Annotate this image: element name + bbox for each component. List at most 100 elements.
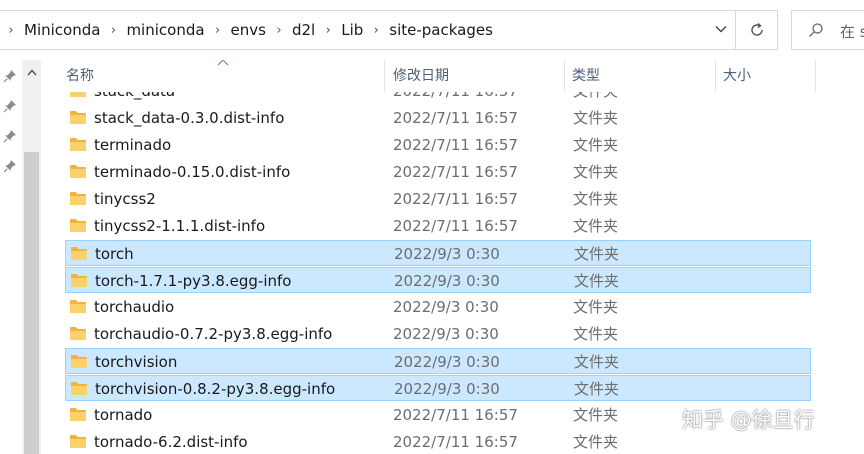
breadcrumb-item-envs[interactable]: envs bbox=[229, 21, 268, 39]
file-modified-date: 2022/7/11 16:57 bbox=[393, 109, 518, 127]
list-item[interactable]: torchaudio 2022/9/3 0:30 文件夹 bbox=[65, 294, 811, 320]
file-name: stack_data-0.3.0.dist-info bbox=[94, 109, 285, 127]
chevron-right-icon[interactable]: › bbox=[268, 23, 290, 38]
folder-icon bbox=[70, 273, 88, 292]
folder-icon bbox=[69, 407, 87, 426]
pin-icon[interactable] bbox=[3, 158, 17, 177]
sort-ascending-icon bbox=[217, 60, 229, 66]
file-type: 文件夹 bbox=[573, 136, 619, 154]
chevron-right-icon[interactable]: › bbox=[365, 23, 387, 38]
breadcrumb-item-d2l[interactable]: d2l bbox=[290, 21, 317, 39]
list-item[interactable]: stack_data-0.3.0.dist-info 2022/7/11 16:… bbox=[65, 105, 811, 131]
file-type: 文件夹 bbox=[573, 298, 619, 316]
file-type: 文件夹 bbox=[573, 109, 619, 127]
file-name: torch bbox=[95, 245, 134, 263]
file-modified-date: 2022/7/11 16:57 bbox=[393, 163, 518, 181]
file-name: tinycss2 bbox=[94, 190, 156, 208]
column-divider[interactable] bbox=[384, 60, 385, 92]
folder-icon bbox=[70, 381, 88, 400]
list-item[interactable]: torchaudio-0.7.2-py3.8.egg-info 2022/9/3… bbox=[65, 321, 811, 347]
list-item[interactable]: torchvision-0.8.2-py3.8.egg-info 2022/9/… bbox=[65, 375, 811, 401]
list-item[interactable]: torch-1.7.1-py3.8.egg-info 2022/9/3 0:30… bbox=[65, 267, 811, 293]
scrollbar-thumb[interactable] bbox=[24, 152, 39, 454]
file-name: tinycss2-1.1.1.dist-info bbox=[94, 217, 266, 235]
file-list: 名称 修改日期 类型 大小 stack_data 2022/7/11 16:57… bbox=[41, 60, 864, 454]
folder-icon bbox=[69, 326, 87, 345]
file-type: 文件夹 bbox=[573, 190, 619, 208]
pin-icon[interactable] bbox=[3, 128, 17, 147]
chevron-right-icon[interactable]: › bbox=[102, 23, 124, 38]
file-type: 文件夹 bbox=[574, 272, 620, 290]
folder-icon bbox=[69, 299, 87, 318]
list-item[interactable]: torchvision 2022/9/3 0:30 文件夹 bbox=[65, 348, 811, 374]
folder-icon bbox=[69, 164, 87, 183]
vertical-scrollbar[interactable] bbox=[22, 60, 41, 454]
file-modified-date: 2022/9/3 0:30 bbox=[394, 380, 500, 398]
file-type: 文件夹 bbox=[574, 245, 620, 263]
folder-icon bbox=[69, 218, 87, 237]
refresh-icon bbox=[750, 22, 763, 36]
file-name: torchvision-0.8.2-py3.8.egg-info bbox=[95, 380, 336, 398]
file-modified-date: 2022/9/3 0:30 bbox=[394, 272, 500, 290]
file-type: 文件夹 bbox=[574, 380, 620, 398]
file-modified-date: 2022/9/3 0:30 bbox=[394, 245, 500, 263]
column-divider[interactable] bbox=[564, 60, 565, 92]
folder-icon bbox=[69, 191, 87, 210]
file-modified-date: 2022/7/11 16:57 bbox=[393, 190, 518, 208]
address-bar[interactable]: › Miniconda › miniconda › envs › d2l › L… bbox=[0, 10, 736, 50]
breadcrumb-item-lib[interactable]: Lib bbox=[339, 21, 365, 39]
pin-icon[interactable] bbox=[3, 68, 17, 87]
chevron-right-icon[interactable]: › bbox=[317, 23, 339, 38]
file-type: 文件夹 bbox=[573, 217, 619, 235]
list-item[interactable]: terminado 2022/7/11 16:57 文件夹 bbox=[65, 132, 811, 158]
breadcrumb-item-site-packages[interactable]: site-packages bbox=[387, 21, 495, 39]
file-modified-date: 2022/7/11 16:57 bbox=[393, 406, 518, 424]
folder-icon bbox=[69, 137, 87, 156]
folder-icon bbox=[69, 110, 87, 129]
list-item[interactable]: tinycss2 2022/7/11 16:57 文件夹 bbox=[65, 186, 811, 212]
file-name: tornado bbox=[94, 406, 153, 424]
column-header-size[interactable]: 大小 bbox=[723, 60, 751, 92]
file-type: 文件夹 bbox=[573, 433, 619, 451]
folder-icon bbox=[70, 354, 88, 373]
column-header-modified[interactable]: 修改日期 bbox=[393, 60, 449, 92]
column-divider[interactable] bbox=[715, 60, 716, 92]
breadcrumb-item-miniconda-root[interactable]: Miniconda bbox=[22, 21, 102, 39]
list-item[interactable]: terminado-0.15.0.dist-info 2022/7/11 16:… bbox=[65, 159, 811, 185]
file-modified-date: 2022/9/3 0:30 bbox=[393, 298, 499, 316]
file-type: 文件夹 bbox=[574, 353, 620, 371]
file-name: torchaudio bbox=[94, 298, 175, 316]
file-name: tornado-6.2.dist-info bbox=[94, 433, 248, 451]
file-name: torchvision bbox=[95, 353, 178, 371]
chevron-right-icon[interactable]: › bbox=[0, 23, 22, 38]
file-type: 文件夹 bbox=[573, 325, 619, 343]
breadcrumb: › Miniconda › miniconda › envs › d2l › L… bbox=[0, 11, 495, 49]
folder-icon bbox=[69, 434, 87, 453]
file-modified-date: 2022/7/11 16:57 bbox=[393, 136, 518, 154]
search-input[interactable]: 在 s bbox=[840, 21, 864, 42]
file-name: torch-1.7.1-py3.8.egg-info bbox=[95, 272, 292, 290]
file-name: torchaudio-0.7.2-py3.8.egg-info bbox=[94, 325, 333, 343]
scroll-up-arrow-icon[interactable] bbox=[22, 60, 41, 84]
watermark: 知乎 @徐旦行 bbox=[682, 408, 815, 432]
column-divider[interactable] bbox=[815, 60, 816, 92]
column-header-row: 名称 修改日期 类型 大小 bbox=[41, 60, 864, 92]
file-name: terminado-0.15.0.dist-info bbox=[94, 163, 291, 181]
search-box[interactable]: 在 s bbox=[791, 10, 864, 50]
search-icon bbox=[808, 22, 824, 42]
file-name: terminado bbox=[94, 136, 172, 154]
file-modified-date: 2022/7/11 16:57 bbox=[393, 217, 518, 235]
file-modified-date: 2022/9/3 0:30 bbox=[394, 353, 500, 371]
folder-icon bbox=[70, 246, 88, 265]
column-header-type[interactable]: 类型 bbox=[572, 60, 600, 92]
column-header-name[interactable]: 名称 bbox=[66, 60, 94, 92]
chevron-right-icon[interactable]: › bbox=[207, 23, 229, 38]
list-item[interactable]: tinycss2-1.1.1.dist-info 2022/7/11 16:57… bbox=[65, 213, 811, 239]
list-item[interactable]: torch 2022/9/3 0:30 文件夹 bbox=[65, 240, 811, 266]
address-history-dropdown-icon[interactable] bbox=[715, 11, 727, 49]
navigation-pane bbox=[0, 60, 20, 454]
breadcrumb-item-miniconda[interactable]: miniconda bbox=[124, 21, 206, 39]
pin-icon[interactable] bbox=[3, 98, 17, 117]
file-modified-date: 2022/7/11 16:57 bbox=[393, 433, 518, 451]
refresh-button[interactable] bbox=[736, 10, 778, 50]
